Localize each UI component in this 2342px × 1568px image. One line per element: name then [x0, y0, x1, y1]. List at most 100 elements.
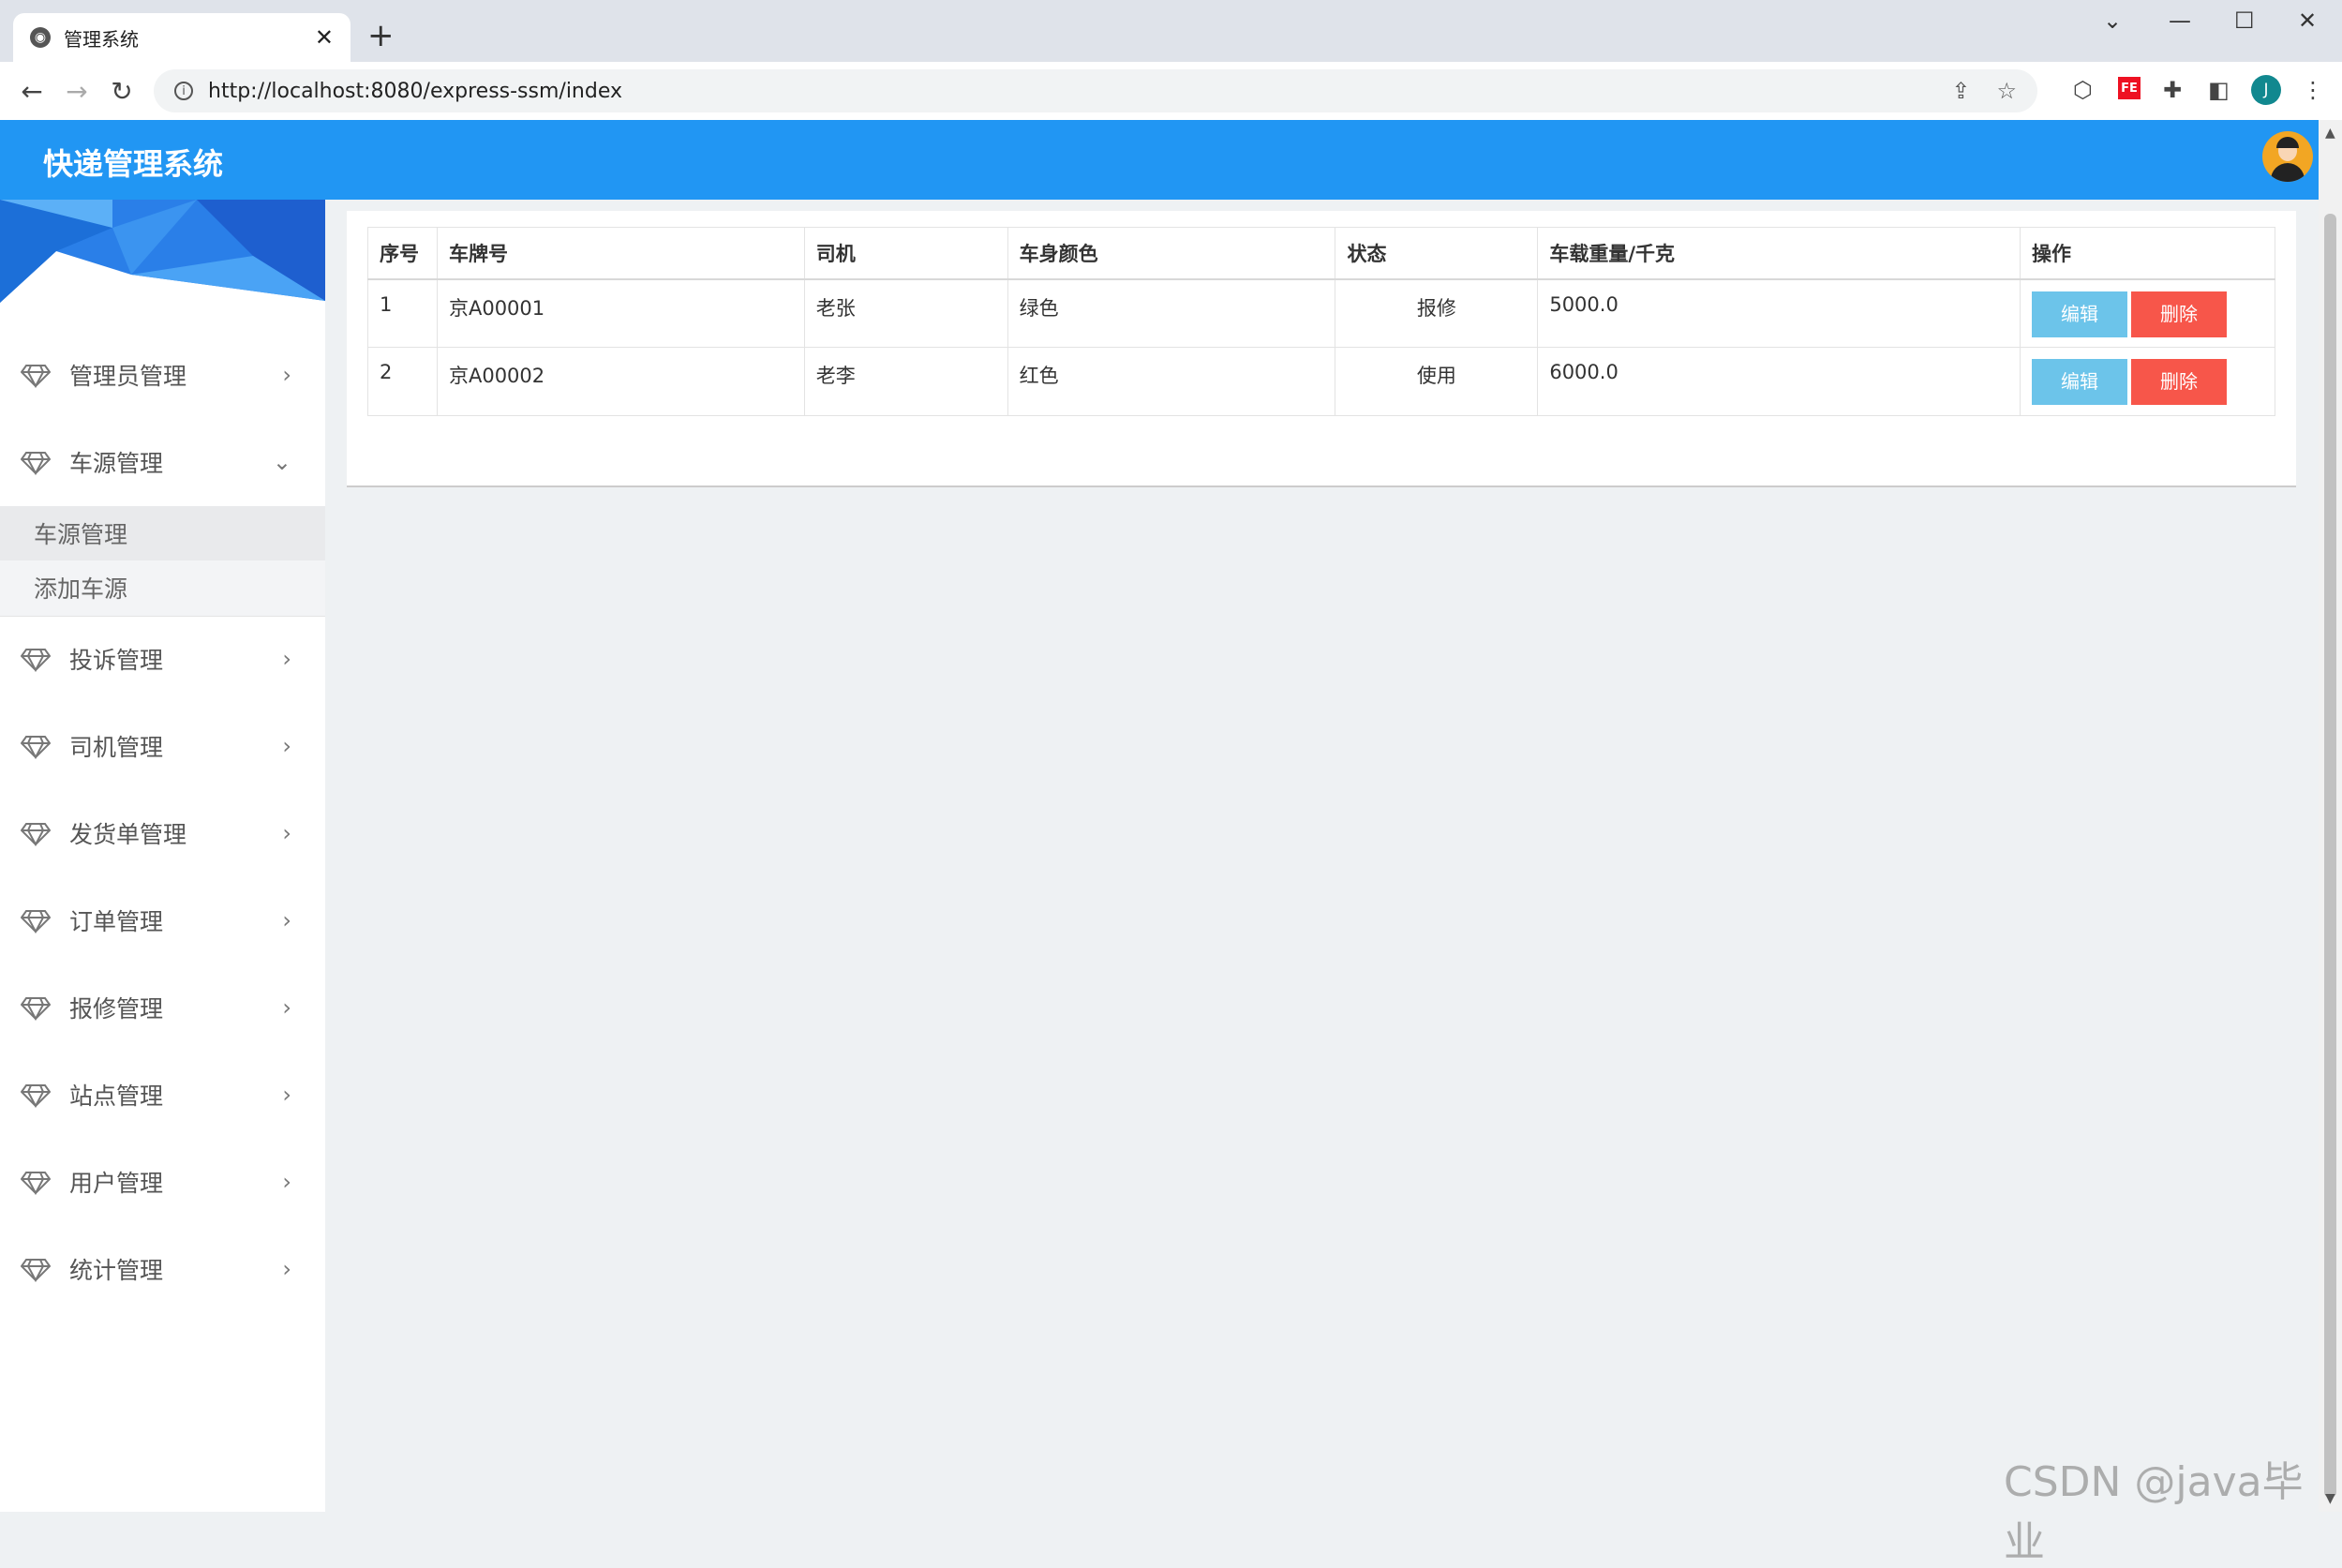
cell-color: 绿色 — [1007, 278, 1336, 348]
chevron-right-icon: › — [282, 646, 291, 672]
vehicle-submenu: 车源管理 添加车源 — [0, 506, 325, 617]
reload-icon[interactable]: ↻ — [99, 76, 144, 107]
column-header: 序号 — [367, 227, 438, 280]
chevron-right-icon: › — [282, 362, 291, 388]
delete-button[interactable]: 删除 — [2131, 291, 2228, 337]
table-row: 1 京A00001 老张 绿色 报修 5000.0 编辑 删除 — [367, 278, 2275, 348]
cell-no: 2 — [367, 347, 438, 416]
scrollbar-thumb[interactable] — [2324, 214, 2336, 1498]
diamond-icon — [21, 1084, 51, 1109]
address-bar[interactable]: i http://localhost:8080/express-ssm/inde… — [154, 69, 2037, 112]
minimize-icon[interactable]: — — [2169, 7, 2191, 34]
content-panel: 序号 车牌号 司机 车身颜色 状态 车载重量/千克 操作 1 京A00001 老… — [347, 211, 2296, 487]
cell-plate: 京A00002 — [436, 347, 805, 416]
browser-toolbar: ← → ↻ i http://localhost:8080/express-ss… — [0, 62, 2342, 120]
sidebar-item-station[interactable]: 站点管理 › — [0, 1067, 325, 1123]
delete-button[interactable]: 删除 — [2131, 359, 2228, 405]
sidebar-item-statistics[interactable]: 统计管理 › — [0, 1241, 325, 1297]
column-header: 司机 — [803, 227, 1008, 280]
user-avatar[interactable] — [2262, 131, 2313, 182]
edit-button[interactable]: 编辑 — [2032, 291, 2128, 337]
cell-driver: 老张 — [803, 278, 1008, 348]
sidebar-item-label: 报修管理 — [69, 995, 164, 1023]
diamond-icon — [21, 823, 51, 847]
cell-weight: 6000.0 — [1537, 347, 2021, 416]
chevron-right-icon: › — [282, 1082, 291, 1108]
chevron-right-icon: › — [282, 1256, 291, 1282]
cell-plate: 京A00001 — [436, 278, 805, 348]
chevron-right-icon: › — [282, 1169, 291, 1195]
fe-extension-icon[interactable]: FE — [2118, 77, 2141, 99]
side-panel-icon[interactable]: ◧ — [2208, 77, 2230, 103]
cell-color: 红色 — [1007, 347, 1336, 416]
sidebar-item-label: 车源管理 — [69, 450, 164, 477]
cell-weight: 5000.0 — [1537, 278, 2021, 348]
sidebar-banner — [0, 200, 325, 303]
cell-status: 报修 — [1335, 278, 1539, 348]
submenu-item-add-vehicle[interactable]: 添加车源 — [0, 560, 325, 615]
maximize-icon[interactable]: ☐ — [2234, 7, 2255, 34]
sidebar-item-label: 统计管理 — [69, 1257, 164, 1284]
column-header: 车载重量/千克 — [1537, 227, 2021, 280]
column-header: 车身颜色 — [1007, 227, 1336, 280]
bookmark-star-icon[interactable]: ☆ — [1996, 78, 2017, 104]
column-header: 操作 — [2020, 227, 2275, 280]
scroll-up-icon[interactable]: ▲ — [2325, 126, 2335, 141]
sidebar-item-driver[interactable]: 司机管理 › — [0, 718, 325, 774]
sidebar-item-label: 管理员管理 — [69, 363, 187, 390]
column-header: 车牌号 — [436, 227, 805, 280]
cell-actions: 编辑 删除 — [2020, 278, 2275, 348]
chevron-right-icon: › — [282, 733, 291, 759]
diamond-icon — [21, 910, 51, 934]
cell-actions: 编辑 删除 — [2020, 347, 2275, 416]
browser-tab-bar: ◉ 管理系统 ✕ + ⌄ — ☐ ✕ — [0, 0, 2342, 62]
sidebar-item-repair[interactable]: 报修管理 › — [0, 979, 325, 1036]
cell-status: 使用 — [1335, 347, 1539, 416]
diamond-icon — [21, 365, 51, 389]
back-icon[interactable]: ← — [9, 76, 54, 107]
chevron-right-icon: › — [282, 907, 291, 933]
cell-driver: 老李 — [803, 347, 1008, 416]
share-icon[interactable]: ⇪ — [1951, 78, 1970, 104]
table-header-row: 序号 车牌号 司机 车身颜色 状态 车载重量/千克 操作 — [367, 227, 2275, 280]
sidebar-item-label: 用户管理 — [69, 1170, 164, 1197]
sidebar-item-vehicle[interactable]: 车源管理 ⌄ — [0, 434, 325, 490]
sidebar-item-order[interactable]: 订单管理 › — [0, 892, 325, 948]
vehicle-table: 序号 车牌号 司机 车身颜色 状态 车载重量/千克 操作 1 京A00001 老… — [367, 227, 2275, 416]
sidebar-item-user[interactable]: 用户管理 › — [0, 1154, 325, 1210]
diamond-icon — [21, 649, 51, 673]
diamond-icon — [21, 736, 51, 760]
sidebar-item-admin[interactable]: 管理员管理 › — [0, 347, 325, 403]
sidebar-item-complaint[interactable]: 投诉管理 › — [0, 631, 325, 687]
puzzle-extensions-icon[interactable]: ✚ — [2163, 77, 2182, 103]
table-row: 2 京A00002 老李 红色 使用 6000.0 编辑 删除 — [367, 347, 2275, 416]
tab-search-icon[interactable]: ⌄ — [2103, 7, 2122, 34]
url-text[interactable]: http://localhost:8080/express-ssm/index — [208, 80, 1925, 103]
sidebar-item-shipment[interactable]: 发货单管理 › — [0, 805, 325, 861]
app-title: 快递管理系统 — [43, 146, 224, 182]
profile-avatar[interactable]: J — [2251, 75, 2281, 105]
sidebar-item-label: 司机管理 — [69, 734, 164, 761]
submenu-item-vehicle-list[interactable]: 车源管理 — [0, 506, 325, 560]
more-menu-icon[interactable]: ⋮ — [2302, 77, 2324, 103]
app-header: 快递管理系统 — [0, 120, 2319, 200]
sidebar-item-label: 投诉管理 — [69, 647, 164, 674]
site-info-icon[interactable]: i — [174, 82, 193, 100]
page-scrollbar[interactable]: ▲ ▼ — [2319, 120, 2342, 1512]
chevron-right-icon: › — [282, 994, 291, 1021]
chevron-down-icon: ⌄ — [272, 449, 291, 475]
browser-tab[interactable]: ◉ 管理系统 ✕ — [13, 13, 351, 62]
extension-icon[interactable]: ⬡ — [2073, 77, 2093, 103]
forward-icon[interactable]: → — [54, 76, 99, 107]
chevron-right-icon: › — [282, 820, 291, 846]
edit-button[interactable]: 编辑 — [2032, 359, 2128, 405]
globe-icon: ◉ — [30, 27, 51, 48]
column-header: 状态 — [1335, 227, 1539, 280]
sidebar-item-label: 发货单管理 — [69, 821, 187, 848]
new-tab-button[interactable]: + — [367, 17, 395, 54]
watermark: CSDN @java毕业 — [2004, 1458, 2304, 1566]
close-tab-icon[interactable]: ✕ — [315, 24, 334, 51]
sidebar-item-label: 订单管理 — [69, 908, 164, 935]
diamond-icon — [21, 1172, 51, 1196]
close-window-icon[interactable]: ✕ — [2298, 7, 2317, 34]
